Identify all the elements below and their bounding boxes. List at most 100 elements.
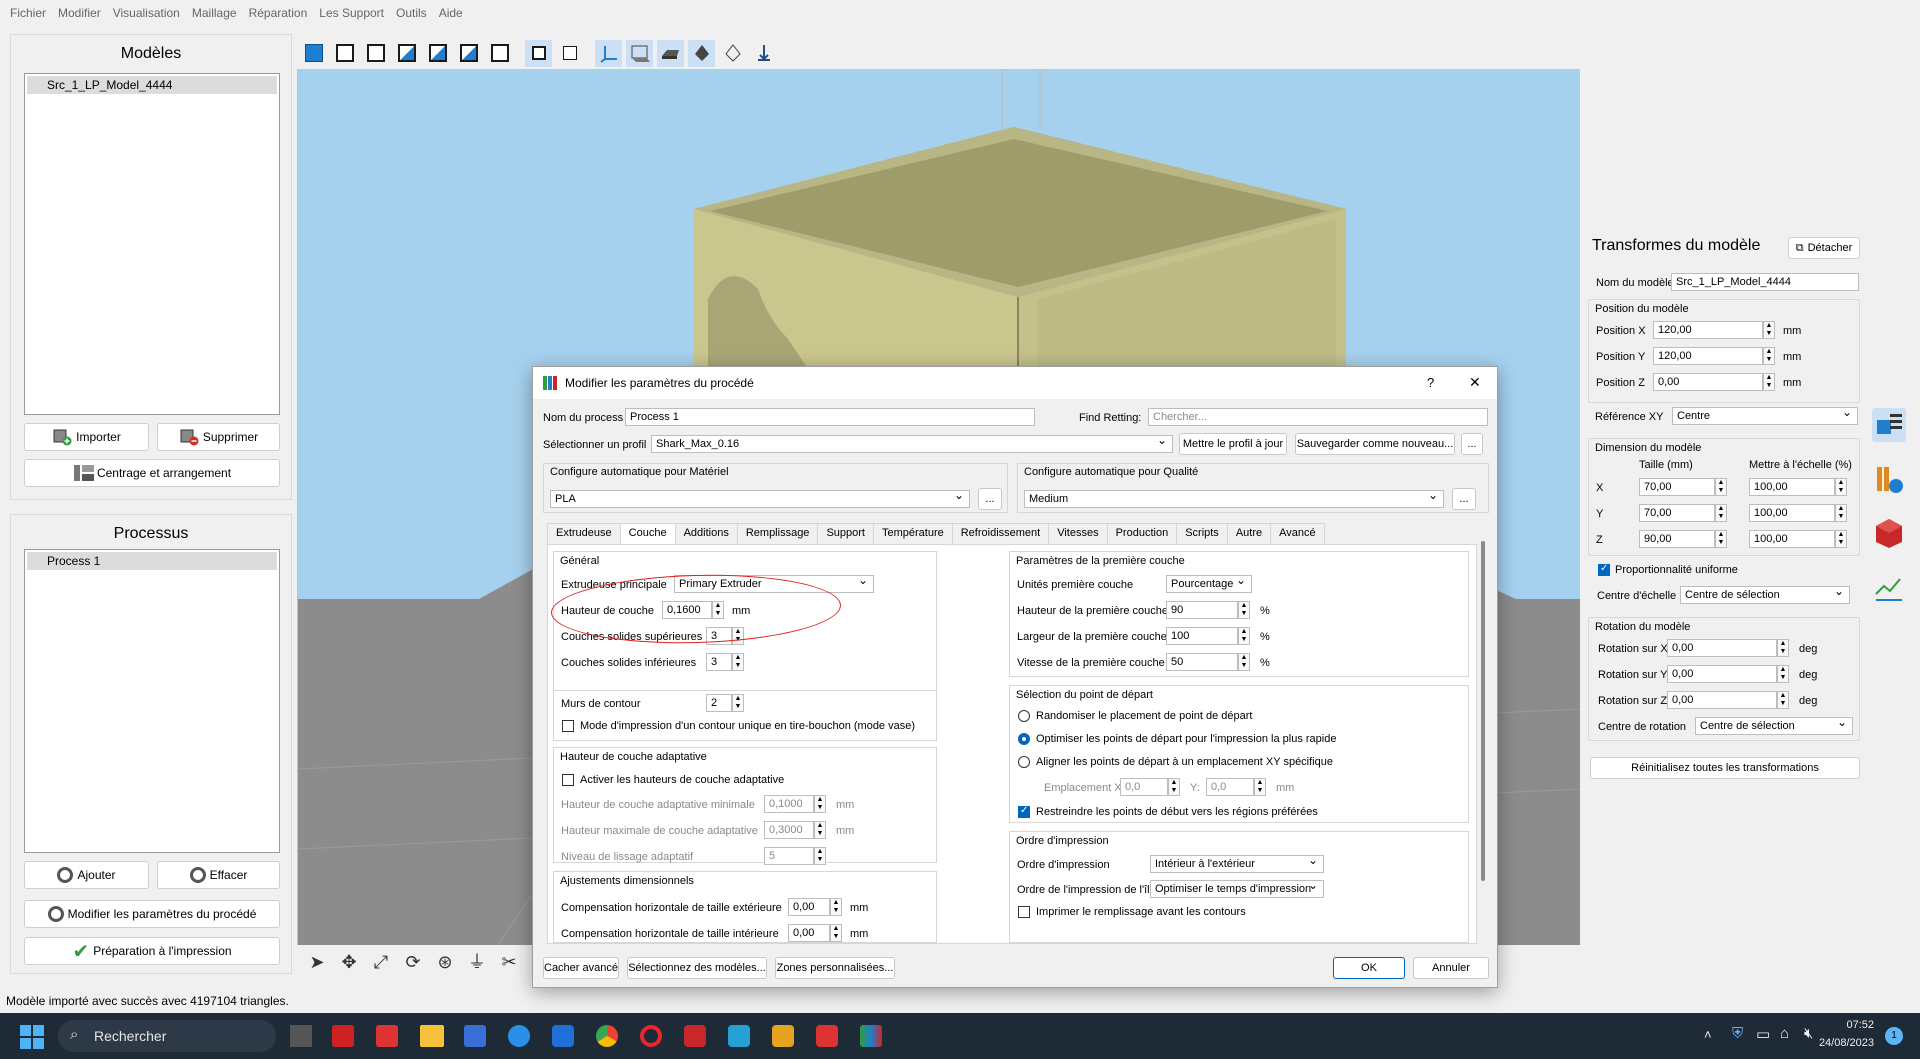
position-y-input[interactable]: 120,00 <box>1653 347 1763 365</box>
island-order-select[interactable]: Optimiser le temps d'impression <box>1150 877 1324 898</box>
menu-fichier[interactable]: Fichier <box>4 6 52 20</box>
tab-support[interactable]: Support <box>817 523 874 545</box>
bottom-layers-stepper[interactable]: ▲ ▼ <box>732 653 744 671</box>
location-y-input[interactable]: 0,0 <box>1206 778 1254 796</box>
inner-comp-input[interactable]: 0,00 <box>788 924 830 942</box>
first-layer-speed-input[interactable]: 50 <box>1166 653 1238 671</box>
lay-flat-icon[interactable]: ⏚ <box>465 950 489 974</box>
view-bottom-button[interactable] <box>486 40 513 67</box>
orthographic-button[interactable] <box>556 40 583 67</box>
help-button[interactable]: ? <box>1427 375 1434 390</box>
view-iso-button[interactable] <box>300 40 327 67</box>
size-y-input[interactable]: 70,00 <box>1639 504 1715 522</box>
app-icon[interactable] <box>816 1025 838 1047</box>
import-button[interactable]: Importer <box>24 423 149 451</box>
walls-stepper[interactable]: ▲ ▼ <box>732 694 744 712</box>
size-z-input[interactable]: 90,00 <box>1639 530 1715 548</box>
outer-comp-stepper[interactable]: ▲ ▼ <box>830 898 842 916</box>
print-order-select[interactable]: Intérieur à l'extérieur <box>1150 852 1324 873</box>
outer-comp-input[interactable]: 0,00 <box>788 898 830 916</box>
arrange-button[interactable]: Centrage et arrangement <box>24 459 280 487</box>
rotate-icon[interactable]: ⟳ <box>401 950 425 974</box>
adaptive-smooth-stepper[interactable]: ▲ ▼ <box>814 847 826 865</box>
settings-scrollbar[interactable] <box>1481 541 1485 881</box>
process-list[interactable]: Process 1 <box>24 549 280 853</box>
app-icon[interactable] <box>376 1025 398 1047</box>
uniform-scale-checkbox[interactable] <box>1598 563 1610 576</box>
rotation-z-stepper[interactable]: ▲ ▼ <box>1777 691 1789 709</box>
mirror-icon[interactable]: ⊛ <box>433 950 457 974</box>
clock-date[interactable]: 24/08/2023 <box>1812 1037 1874 1049</box>
menu-outils[interactable]: Outils <box>390 6 433 20</box>
tab-extrudeuse[interactable]: Extrudeuse <box>547 523 621 545</box>
scale-y-stepper[interactable]: ▲ ▼ <box>1835 504 1847 522</box>
app-icon[interactable] <box>464 1025 486 1047</box>
model-view-button[interactable] <box>1872 516 1906 550</box>
random-start-radio[interactable] <box>1018 710 1030 722</box>
select-models-button[interactable]: Sélectionnez des modèles... <box>627 957 767 979</box>
tab-autre[interactable]: Autre <box>1226 523 1272 545</box>
location-x-stepper[interactable]: ▲ ▼ <box>1168 778 1180 796</box>
view-top-button[interactable] <box>455 40 482 67</box>
axes-button[interactable] <box>595 39 622 67</box>
material-select[interactable]: PLA <box>550 487 970 508</box>
position-z-input[interactable]: 0,00 <box>1653 373 1763 391</box>
save-as-new-button[interactable]: Sauvegarder comme nouveau... <box>1295 433 1455 455</box>
chevron-up-icon[interactable]: ˄ <box>1704 1027 1712 1042</box>
list-item[interactable]: Process 1 <box>27 552 277 570</box>
size-y-stepper[interactable]: ▲ ▼ <box>1715 504 1727 522</box>
app-icon[interactable] <box>772 1025 794 1047</box>
app-icon[interactable] <box>508 1025 530 1047</box>
app-icon[interactable] <box>332 1025 354 1047</box>
custom-zones-button[interactable]: Zones personnalisées... <box>775 957 895 979</box>
taskbar-search[interactable]: ⌕ Rechercher <box>58 1020 276 1052</box>
inner-comp-stepper[interactable]: ▲ ▼ <box>830 924 842 942</box>
list-item[interactable]: Src_1_LP_Model_4444 <box>27 76 277 94</box>
menu-maillage[interactable]: Maillage <box>186 6 243 20</box>
hide-advanced-button[interactable]: Cacher avancé <box>543 957 619 979</box>
menu-support[interactable]: Les Support <box>313 6 390 20</box>
rotation-y-stepper[interactable]: ▲ ▼ <box>1777 665 1789 683</box>
tab-avance[interactable]: Avancé <box>1270 523 1325 545</box>
prepare-print-button[interactable]: ✔ Préparation à l'impression <box>24 937 280 965</box>
profile-select[interactable]: Shark_Max_0.16 <box>651 432 1173 453</box>
location-x-input[interactable]: 0,0 <box>1120 778 1168 796</box>
update-profile-button[interactable]: Mettre le profil à jour <box>1179 433 1287 455</box>
tab-additions[interactable]: Additions <box>674 523 738 545</box>
scale-x-stepper[interactable]: ▲ ▼ <box>1835 478 1847 496</box>
size-x-input[interactable]: 70,00 <box>1639 478 1715 496</box>
menu-modifier[interactable]: Modifier <box>52 6 107 20</box>
tab-remplissage[interactable]: Remplissage <box>736 523 819 545</box>
model-name-field[interactable]: Src_1_LP_Model_4444 <box>1671 273 1859 291</box>
quality-more-button[interactable]: ... <box>1452 488 1476 510</box>
layers-button[interactable] <box>1872 462 1906 496</box>
restrict-start-checkbox[interactable] <box>1018 805 1030 818</box>
slicer-app-icon[interactable] <box>860 1025 882 1047</box>
vase-mode-checkbox[interactable] <box>562 720 574 732</box>
app-icon[interactable] <box>684 1025 706 1047</box>
menu-reparation[interactable]: Réparation <box>243 6 314 20</box>
scale-center-select[interactable]: Centre de sélection <box>1680 583 1850 604</box>
chrome-icon[interactable] <box>596 1025 618 1047</box>
view-front-button[interactable] <box>331 40 358 67</box>
app-icon[interactable] <box>552 1025 574 1047</box>
material-more-button[interactable]: ... <box>978 488 1002 510</box>
edit-process-button[interactable]: Modifier les paramètres du procédé <box>24 900 280 928</box>
rotation-x-stepper[interactable]: ▲ ▼ <box>1777 639 1789 657</box>
clock-time[interactable]: 07:52 <box>1830 1019 1874 1031</box>
position-x-input[interactable]: 120,00 <box>1653 321 1763 339</box>
tab-scripts[interactable]: Scripts <box>1176 523 1228 545</box>
menu-aide[interactable]: Aide <box>433 6 469 20</box>
add-process-button[interactable]: Ajouter <box>24 861 149 889</box>
erase-process-button[interactable]: Effacer <box>157 861 280 889</box>
rotation-z-input[interactable]: 0,00 <box>1667 691 1777 709</box>
view-right-button[interactable] <box>424 40 451 67</box>
view-back-button[interactable] <box>362 40 389 67</box>
top-layers-input[interactable]: 3 <box>706 627 732 645</box>
wireframe-button[interactable] <box>719 40 746 67</box>
models-list[interactable]: Src_1_LP_Model_4444 <box>24 73 280 415</box>
opera-icon[interactable] <box>640 1025 662 1047</box>
file-explorer-icon[interactable] <box>420 1025 444 1047</box>
adaptive-min-stepper[interactable]: ▲ ▼ <box>814 795 826 813</box>
adaptive-smooth-input[interactable]: 5 <box>764 847 814 865</box>
